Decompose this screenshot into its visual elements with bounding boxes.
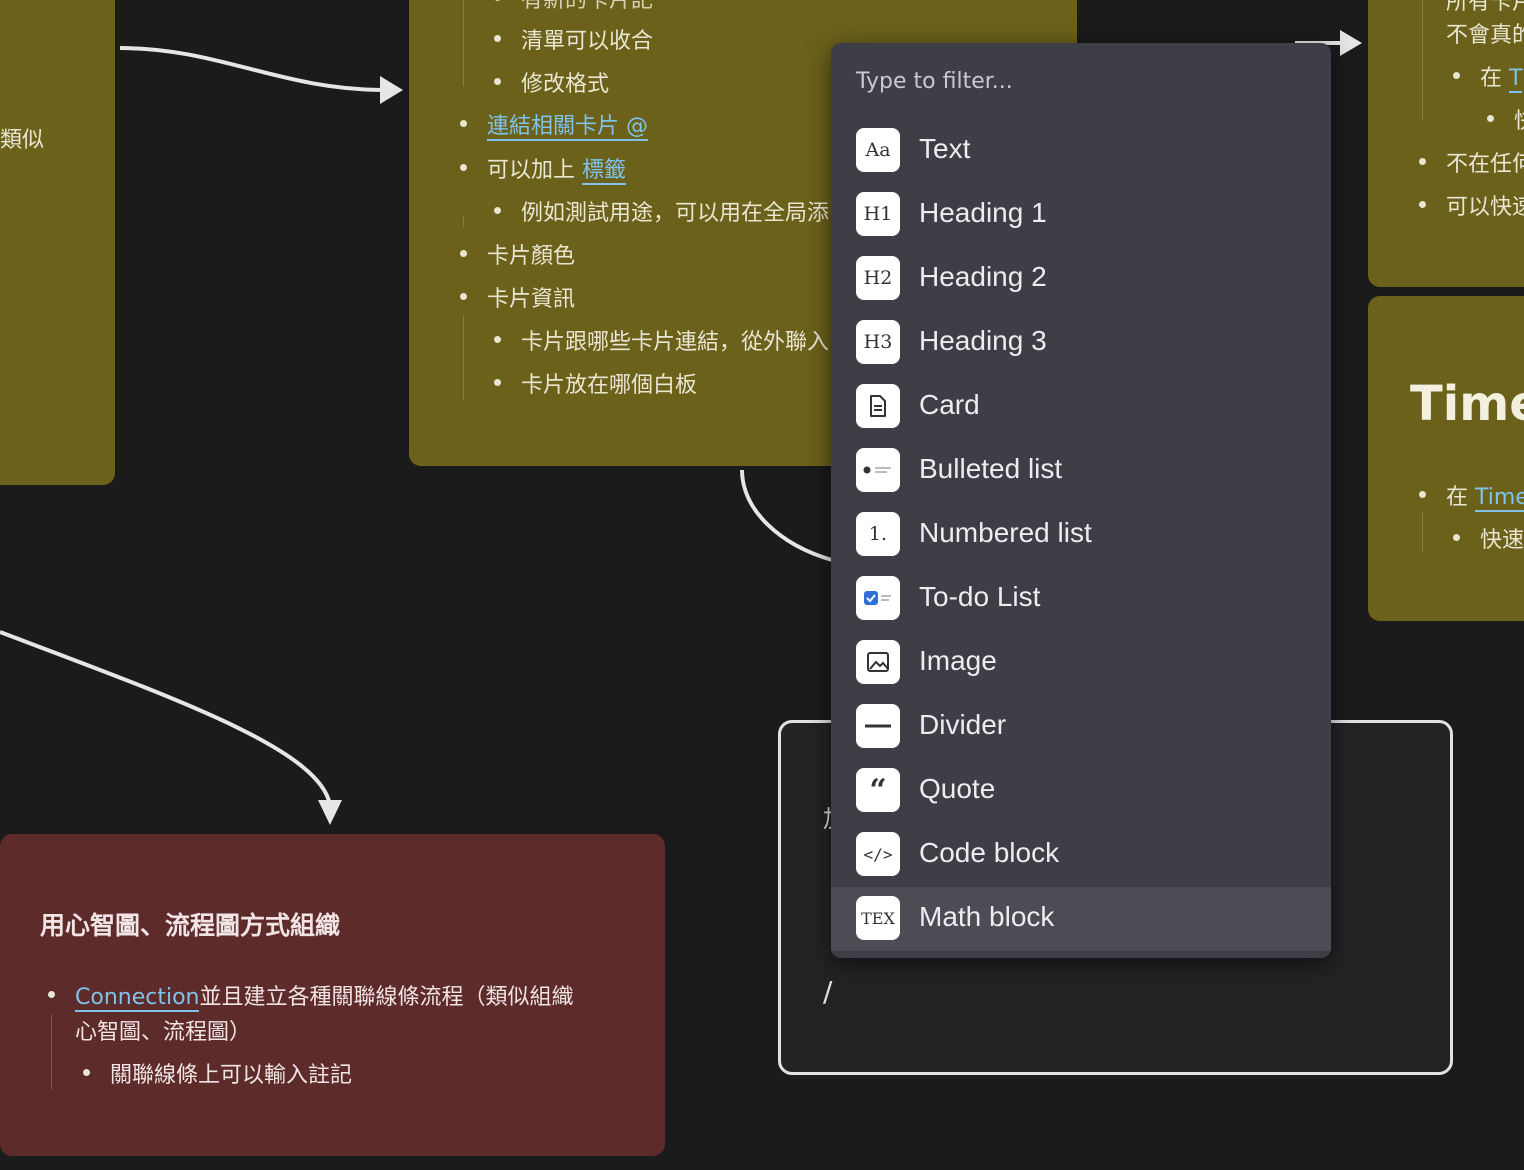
menu-item-label: Math block	[919, 901, 1055, 932]
card-title: Time	[1410, 376, 1524, 432]
menu-item-label: Heading 1	[919, 197, 1047, 228]
list-item-text: 在	[1446, 485, 1475, 510]
connection-line	[119, 46, 386, 92]
card-right-top[interactable]: 所有卡片 不會真的 在 T 快 不在任何 可以快速	[1368, 0, 1524, 287]
list-item: 可以加上 標籤	[459, 152, 627, 185]
list-item: 卡片放在哪個白板	[493, 367, 697, 399]
list-item-text: 可以加上	[487, 158, 582, 183]
menu-item-bulleted-list[interactable]: Bulleted list	[831, 439, 1331, 503]
list-item: 例如測試用途，可以用在全局添	[493, 195, 829, 227]
list-item: 卡片資訊	[459, 281, 575, 313]
bulleted-list-icon	[856, 448, 900, 492]
timeline-link[interactable]: Time	[1475, 485, 1524, 512]
card-text: 不會真的	[1446, 23, 1524, 48]
card-text: 所有卡片	[1446, 0, 1524, 15]
list-item: 在 T	[1452, 60, 1523, 93]
filter-input[interactable]: Type to filter...	[856, 69, 1013, 94]
list-item: 快速	[1452, 522, 1524, 554]
heading-1-icon: H1	[856, 192, 900, 236]
list-item-text: 在	[1480, 66, 1509, 91]
list-item: 卡片跟哪些卡片連結，從外聯入	[493, 324, 829, 356]
arrowhead	[1340, 30, 1362, 56]
menu-item-label: Code block	[919, 837, 1060, 868]
menu-item-text[interactable]: Aa Text	[831, 119, 1331, 183]
card-title: 用心智圖、流程圖方式組織	[40, 911, 341, 940]
indent-guide	[463, 0, 464, 86]
tag-link[interactable]: 標籤	[582, 158, 627, 185]
menu-item-label: Text	[919, 133, 971, 164]
menu-item-quote[interactable]: “ Quote	[831, 759, 1331, 823]
menu-item-todo-list[interactable]: To-do List	[831, 567, 1331, 631]
card-link[interactable]: 連結相關卡片 @	[487, 114, 648, 141]
card-timeline[interactable]: Time 在 Time 快速	[1368, 296, 1524, 621]
todo-checkbox-icon	[856, 576, 900, 620]
code-block-icon: </>	[856, 832, 900, 876]
connection-line	[740, 469, 833, 562]
tex-icon: TEX	[856, 896, 900, 940]
indent-guide	[463, 215, 464, 227]
whiteboard-canvas[interactable]: 類似 有新的卡片記 清單可以收合 修改格式 連結相關卡片 @ 可以加上 標籤 例…	[0, 0, 1524, 1170]
indent-guide	[1422, 0, 1423, 120]
menu-item-math-block[interactable]: TEX Math block	[831, 887, 1331, 951]
heading-3-icon: H3	[856, 320, 900, 364]
indent-guide	[51, 1014, 52, 1090]
menu-item-label: Heading 2	[919, 261, 1047, 292]
menu-item-label: To-do List	[919, 581, 1041, 612]
list-item: 可以快速	[1418, 189, 1524, 221]
card-mindmap[interactable]: 用心智圖、流程圖方式組織 Connection並且建立各種關聯線條流程（類似組織…	[0, 834, 665, 1156]
slash-command-menu: Type to filter... Aa Text H1 Heading 1 H…	[831, 43, 1331, 958]
list-item-continuation: 心智圖、流程圖）	[75, 1020, 252, 1045]
list-item-text: 並且建立各種關聯線條流程（類似組織	[199, 985, 574, 1010]
menu-item-heading-3[interactable]: H3 Heading 3	[831, 311, 1331, 375]
list-item: 在 Time	[1419, 479, 1524, 512]
card-left-partial[interactable]: 類似	[0, 0, 115, 485]
menu-item-label: Bulleted list	[919, 453, 1063, 484]
card-document-icon	[856, 384, 900, 428]
list-link[interactable]: T	[1509, 66, 1523, 93]
heading-2-icon: H2	[856, 256, 900, 300]
divider-icon	[856, 704, 900, 748]
menu-item-label: Image	[919, 645, 997, 676]
image-icon	[856, 640, 900, 684]
menu-item-card[interactable]: Card	[831, 375, 1331, 439]
menu-item-label: Heading 3	[919, 325, 1047, 356]
connection-line	[0, 630, 332, 806]
menu-item-label: Quote	[919, 773, 996, 804]
list-item: 快	[1486, 103, 1524, 135]
list-item: 不在任何	[1418, 146, 1524, 178]
indent-guide	[463, 315, 464, 401]
menu-item-heading-2[interactable]: H2 Heading 2	[831, 247, 1331, 311]
list-item: 連結相關卡片 @	[460, 108, 648, 141]
list-item: 有新的卡片記	[493, 0, 653, 14]
menu-item-numbered-list[interactable]: 1. Numbered list	[831, 503, 1331, 567]
list-item: 卡片顏色	[459, 238, 575, 270]
arrowhead	[380, 76, 403, 104]
list-item: 清單可以收合	[493, 23, 653, 55]
menu-item-label: Card	[919, 389, 980, 420]
text-aa-icon: Aa	[856, 128, 900, 172]
menu-item-image[interactable]: Image	[831, 631, 1331, 695]
connection-link[interactable]: Connection	[75, 985, 200, 1012]
quote-icon: “	[856, 768, 900, 812]
list-item: Connection並且建立各種關聯線條流程（類似組織	[48, 979, 574, 1012]
menu-item-code-block[interactable]: </> Code block	[831, 823, 1331, 887]
menu-item-divider[interactable]: Divider	[831, 695, 1331, 759]
card-text: 類似	[0, 128, 45, 153]
editor-input[interactable]: /	[823, 975, 832, 1008]
arrowhead	[318, 800, 342, 825]
menu-item-label: Divider	[919, 709, 1007, 740]
menu-item-label: Numbered list	[919, 517, 1092, 548]
indent-guide	[1422, 511, 1423, 553]
list-item: 修改格式	[493, 66, 609, 98]
menu-item-heading-1[interactable]: H1 Heading 1	[831, 183, 1331, 247]
numbered-list-icon: 1.	[856, 512, 900, 556]
list-item: 關聯線條上可以輸入註記	[82, 1057, 352, 1089]
